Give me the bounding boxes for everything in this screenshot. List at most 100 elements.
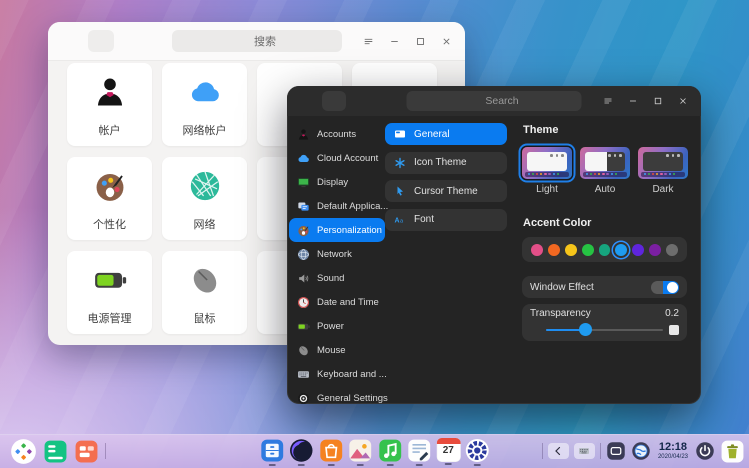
close-icon bbox=[440, 35, 453, 48]
subnav-item-cursor-theme[interactable]: Cursor Theme bbox=[385, 180, 507, 202]
dock-file-manager[interactable] bbox=[259, 438, 284, 466]
tile-label: 网络 bbox=[162, 216, 247, 232]
accent-color-swatch-0[interactable] bbox=[531, 244, 543, 256]
sidebar-item-keyboard-and[interactable]: Keyboard and ... bbox=[289, 362, 385, 386]
menu-button[interactable] bbox=[355, 29, 381, 53]
search-input[interactable]: Search bbox=[407, 91, 582, 111]
transparent-checker-icon bbox=[530, 325, 540, 335]
trash-icon bbox=[720, 439, 745, 464]
tile-label: 电源管理 bbox=[67, 310, 152, 326]
close-button[interactable] bbox=[433, 29, 459, 53]
back-button[interactable] bbox=[88, 30, 114, 52]
chevron-left-icon bbox=[329, 96, 340, 107]
minimize-button[interactable] bbox=[381, 29, 407, 53]
dock-trash[interactable] bbox=[720, 439, 745, 464]
files-icon bbox=[259, 438, 284, 463]
sidebar-item-accounts[interactable]: Accounts bbox=[289, 122, 385, 146]
close-button[interactable] bbox=[670, 90, 695, 112]
tray-notifications[interactable] bbox=[606, 441, 626, 461]
accent-color-swatch-5[interactable] bbox=[615, 244, 627, 256]
sidebar-item-date-and-time[interactable]: Date and Time bbox=[289, 290, 385, 314]
dock-control-center[interactable] bbox=[465, 438, 490, 466]
accent-color-swatch-4[interactable] bbox=[599, 244, 611, 256]
accent-color-swatch-3[interactable] bbox=[582, 244, 594, 256]
theme-option-dark[interactable]: Dark bbox=[638, 147, 688, 195]
music-icon bbox=[377, 438, 402, 463]
settings-tile-item[interactable]: 电源管理 bbox=[67, 251, 152, 334]
settings-tile-item[interactable]: 鼠标 bbox=[162, 251, 247, 334]
accent-color-swatch-2[interactable] bbox=[565, 244, 577, 256]
titlebar[interactable]: Search bbox=[287, 86, 701, 116]
dock-browser[interactable] bbox=[289, 438, 314, 466]
slider-handle[interactable] bbox=[579, 323, 592, 336]
menu-button[interactable] bbox=[595, 90, 620, 112]
sidebar: Accounts Cloud Account Display Default Appl… bbox=[289, 122, 385, 410]
theme-option-light[interactable]: Light bbox=[522, 147, 572, 195]
transparency-slider[interactable] bbox=[546, 323, 663, 336]
cc-logo-icon bbox=[465, 438, 490, 463]
sidebar-item-default-applica[interactable]: Default Applica... bbox=[289, 194, 385, 218]
dock-music[interactable] bbox=[377, 438, 402, 466]
tray-input-method[interactable] bbox=[574, 443, 595, 459]
titlebar[interactable]: 搜索 bbox=[48, 22, 465, 61]
tile-label: 帐户 bbox=[67, 122, 152, 138]
accent-color-swatch-8[interactable] bbox=[666, 244, 678, 256]
maximize-button[interactable] bbox=[645, 90, 670, 112]
dock-clock[interactable]: 12:182020/04/23 bbox=[658, 442, 688, 460]
accent-color-swatch-7[interactable] bbox=[649, 244, 661, 256]
dock-separator bbox=[600, 443, 601, 459]
minimize-button[interactable] bbox=[620, 90, 645, 112]
settings-tile-item[interactable]: 个性化 bbox=[67, 157, 152, 240]
sidebar-item-display[interactable]: Display bbox=[289, 170, 385, 194]
minimize-icon bbox=[388, 35, 401, 48]
dock-left-group bbox=[10, 435, 106, 467]
sidebar-item-label: Default Applica... bbox=[317, 201, 388, 212]
maximize-icon bbox=[414, 35, 427, 48]
search-placeholder: Search bbox=[485, 95, 518, 107]
theme-option-auto[interactable]: Auto bbox=[580, 147, 630, 195]
accent-color-swatch-6[interactable] bbox=[632, 244, 644, 256]
chevron-left-icon bbox=[95, 35, 107, 47]
sidebar-item-mouse[interactable]: Mouse bbox=[289, 338, 385, 362]
sidebar-item-label: Cloud Account bbox=[317, 153, 378, 164]
sidebar-item-network[interactable]: Network bbox=[289, 242, 385, 266]
dock-calendar[interactable]: 27 bbox=[436, 438, 460, 465]
dock-image-viewer[interactable] bbox=[348, 438, 373, 466]
search-input[interactable]: 搜索 bbox=[172, 30, 342, 52]
dock-app-grid[interactable] bbox=[74, 439, 99, 464]
dock-multitasking-view[interactable] bbox=[43, 439, 68, 464]
accent-color-swatch-1[interactable] bbox=[548, 244, 560, 256]
default-apps-icon bbox=[297, 200, 310, 213]
subnav-item-label: Font bbox=[414, 214, 434, 225]
subnav-item-label: Cursor Theme bbox=[414, 186, 478, 197]
sidebar-item-cloud-account[interactable]: Cloud Account bbox=[289, 146, 385, 170]
tray-collapse-tray[interactable] bbox=[548, 443, 569, 459]
sidebar-item-personalization[interactable]: Personalization bbox=[289, 218, 385, 242]
dock-shutdown[interactable] bbox=[695, 441, 715, 461]
dock-text-editor[interactable] bbox=[407, 438, 432, 466]
font-icon: Aa bbox=[394, 214, 406, 226]
settings-tile-item[interactable]: 帐户 bbox=[67, 63, 152, 146]
chevron-left-icon bbox=[552, 445, 564, 457]
sidebar-item-sound[interactable]: Sound bbox=[289, 266, 385, 290]
tray-network[interactable] bbox=[631, 441, 651, 461]
running-indicator bbox=[268, 464, 275, 466]
dock-launcher[interactable] bbox=[10, 438, 37, 465]
back-button[interactable] bbox=[322, 91, 346, 111]
palette-icon bbox=[297, 224, 310, 237]
transparency-row: Transparency 0.2 bbox=[522, 304, 687, 341]
sidebar-item-label: Display bbox=[317, 177, 348, 188]
sidebar-item-label: Personalization bbox=[317, 225, 382, 236]
sidebar-item-general-settings[interactable]: General Settings bbox=[289, 386, 385, 410]
subnav-item-icon-theme[interactable]: Icon Theme bbox=[385, 152, 507, 174]
subnav-item-general[interactable]: General bbox=[385, 123, 507, 145]
dock-app-store[interactable] bbox=[318, 438, 343, 466]
settings-tile-item[interactable]: 网络帐户 bbox=[162, 63, 247, 146]
editor-icon bbox=[407, 438, 432, 463]
settings-tile-item[interactable]: 网络 bbox=[162, 157, 247, 240]
running-indicator bbox=[416, 464, 423, 466]
maximize-button[interactable] bbox=[407, 29, 433, 53]
subnav-item-font[interactable]: Aa Font bbox=[385, 209, 507, 231]
sidebar-item-power[interactable]: Power bbox=[289, 314, 385, 338]
window-effect-toggle[interactable] bbox=[651, 281, 679, 294]
